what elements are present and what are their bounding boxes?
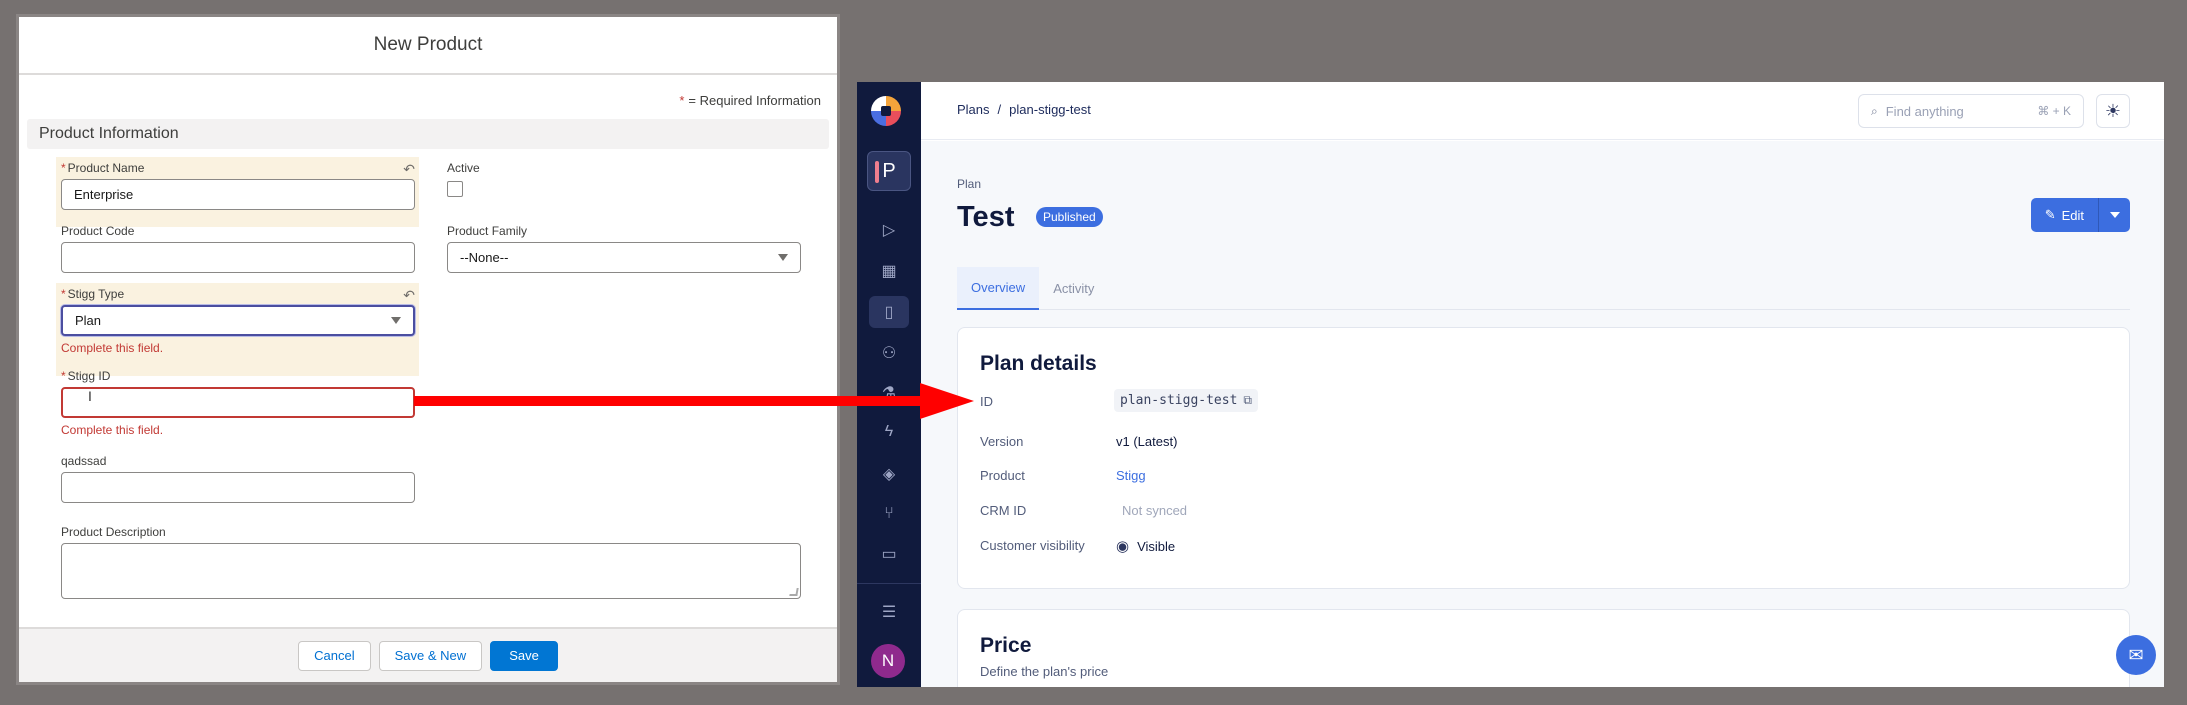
text-cursor-icon: I (88, 388, 92, 404)
resize-handle-icon[interactable] (789, 588, 799, 596)
product-description-field: Product Description (61, 525, 801, 599)
edit-dropdown-button[interactable] (2098, 198, 2130, 232)
stigg-app: P ▷ ▦ ▯ ⚇ ⚗ ϟ ◈ ⑂ ▭ ☰ N Plans / plan-sti… (857, 82, 2164, 687)
crm-id-value: Not synced (1122, 503, 1188, 518)
stigg-type-select[interactable]: Plan (61, 305, 415, 336)
integrations-icon[interactable]: ⑂ (877, 502, 901, 526)
active-field: Active (447, 161, 480, 197)
chevron-down-icon (391, 317, 401, 324)
undo-icon[interactable]: ↶ (403, 161, 415, 178)
tab-overview[interactable]: Overview (957, 267, 1040, 310)
product-code-label: Product Code (61, 224, 135, 238)
plan-details-card: Plan details ID plan-stigg-test ⧉ Versio… (957, 327, 2130, 589)
product-name-label: Product Name (67, 161, 145, 175)
required-info: * = Required Information (679, 93, 821, 108)
version-label: Version (980, 434, 1024, 449)
breadcrumb-plans[interactable]: Plans (957, 102, 990, 117)
stigg-id-input[interactable] (61, 387, 415, 418)
required-text: = Required Information (688, 93, 821, 108)
cancel-button[interactable]: Cancel (298, 640, 371, 671)
chat-icon[interactable]: ✉ (2116, 635, 2156, 675)
product-family-select[interactable]: --None-- (447, 242, 801, 273)
visibility-value: ◉ Visible (1116, 538, 1176, 555)
search-input[interactable]: ⌕ Find anything ⌘ + K (1858, 94, 2084, 128)
copy-icon[interactable]: ⧉ (1243, 393, 1252, 408)
stigg-type-error: Complete this field. (61, 341, 164, 355)
dashboard-icon[interactable]: ▦ (877, 259, 901, 283)
price-title: Price (980, 634, 1032, 657)
tab-activity[interactable]: Activity (1039, 267, 1108, 310)
product-description-textarea[interactable] (61, 543, 801, 599)
section-title: Product Information (39, 125, 179, 142)
product-description-label: Product Description (61, 525, 166, 539)
section-product-information[interactable]: Product Information (27, 119, 829, 149)
settings-sliders-icon[interactable]: ☰ (877, 600, 901, 624)
customers-icon[interactable]: ⚇ (877, 341, 901, 365)
plan-kicker: Plan (957, 177, 982, 191)
plan-details-title: Plan details (980, 352, 1097, 375)
product-code-field: Product Code (61, 224, 415, 273)
save-button[interactable]: Save (490, 640, 558, 671)
stigg-type-field: * Stigg Type ↶ Plan Complete this field. (61, 287, 415, 355)
tabs: Overview Activity (957, 267, 2130, 310)
stigg-type-label: Stigg Type (67, 287, 125, 301)
stigg-id-error: Complete this field. (61, 423, 164, 437)
price-card: Price Define the plan's price (957, 609, 2130, 687)
eye-icon: ◉ (1116, 538, 1130, 555)
status-badge: Published (1036, 207, 1103, 227)
arrow-shaft (414, 396, 924, 406)
arrow-head (920, 383, 974, 419)
product-code-input[interactable] (61, 242, 415, 273)
docs-icon[interactable]: ▭ (877, 542, 901, 566)
save-new-button[interactable]: Save & New (378, 640, 483, 671)
page-title: Test (957, 201, 1015, 233)
breadcrumb: Plans / plan-stigg-test (957, 102, 1091, 117)
modal-header: New Product (19, 17, 837, 75)
modal-footer: Cancel Save & New Save (19, 627, 837, 682)
edit-button[interactable]: ✎ Edit (2030, 198, 2098, 232)
lightning-icon[interactable]: ϟ (877, 420, 901, 444)
product-family-field: Product Family --None-- (447, 224, 801, 273)
layers-icon[interactable]: ◈ (877, 462, 901, 486)
product-name-field: * Product Name ↶ Enterprise (61, 161, 415, 210)
red-arrow-annotation (414, 383, 974, 419)
stigg-logo-icon[interactable] (871, 96, 901, 126)
pencil-icon: ✎ (2044, 207, 2056, 222)
active-label: Active (447, 161, 480, 175)
stigg-id-label: Stigg ID (67, 369, 111, 383)
qadssad-input[interactable] (61, 472, 415, 503)
main-content: Plan Test Published ✎ Edit Overview Acti… (921, 141, 2164, 687)
plans-icon[interactable]: ▯ (869, 296, 909, 328)
qadssad-field: qadssad (61, 454, 415, 503)
avatar[interactable]: N (871, 644, 905, 678)
product-family-label: Product Family (447, 224, 528, 238)
edit-button-group: ✎ Edit (2030, 198, 2130, 232)
price-subtitle: Define the plan's price (980, 664, 1109, 679)
version-value: v1 (Latest) (1116, 434, 1178, 449)
chevron-down-icon (778, 254, 788, 261)
search-shortcut: ⌘ + K (2037, 104, 2071, 118)
visibility-label: Customer visibility (980, 538, 1085, 553)
play-icon[interactable]: ▷ (877, 218, 901, 242)
modal-title: New Product (373, 34, 483, 55)
product-name-input[interactable]: Enterprise (61, 179, 415, 210)
id-label: ID (980, 394, 993, 409)
new-product-modal: New Product * = Required Information Prod… (16, 14, 840, 685)
sun-icon[interactable]: ☀ (2096, 94, 2130, 128)
breadcrumb-current: plan-stigg-test (1009, 102, 1091, 117)
required-star: * (679, 93, 685, 108)
topbar: Plans / plan-stigg-test ⌕ Find anything … (921, 82, 2164, 140)
active-checkbox[interactable] (447, 181, 463, 197)
product-label: Product (980, 468, 1025, 483)
product-link[interactable]: Stigg (1116, 468, 1146, 483)
crm-id-label: CRM ID (980, 503, 1027, 518)
search-icon: ⌕ (1871, 103, 1878, 118)
stigg-id-field: * Stigg ID Complete this field. (61, 369, 415, 437)
qadssad-label: qadssad (61, 454, 107, 468)
environment-switcher[interactable]: P (867, 151, 911, 191)
id-value: plan-stigg-test ⧉ (1114, 389, 1258, 412)
undo-icon[interactable]: ↶ (403, 287, 415, 304)
